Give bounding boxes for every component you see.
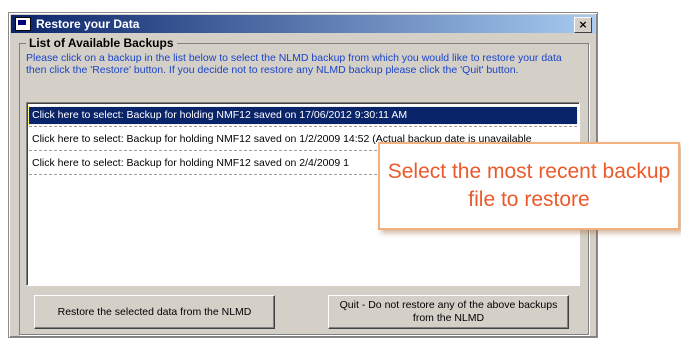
title-bar[interactable]: Restore your Data × — [11, 15, 595, 33]
close-button[interactable]: × — [574, 17, 592, 33]
backup-list-item[interactable]: Click here to select: Backup for holding… — [28, 106, 578, 125]
callout-text: Select the most recent backup file to re… — [387, 160, 671, 211]
window-title: Restore your Data — [36, 17, 140, 31]
restore-button[interactable]: Restore the selected data from the NLMD — [34, 295, 275, 329]
group-legend: List of Available Backups — [26, 36, 177, 50]
list-divider — [29, 126, 577, 127]
quit-button[interactable]: Quit - Do not restore any of the above b… — [328, 295, 569, 329]
instructions-text: Please click on a backup in the list bel… — [26, 52, 562, 76]
annotation-callout: Select the most recent backup file to re… — [378, 142, 680, 230]
app-window-icon — [15, 17, 31, 31]
